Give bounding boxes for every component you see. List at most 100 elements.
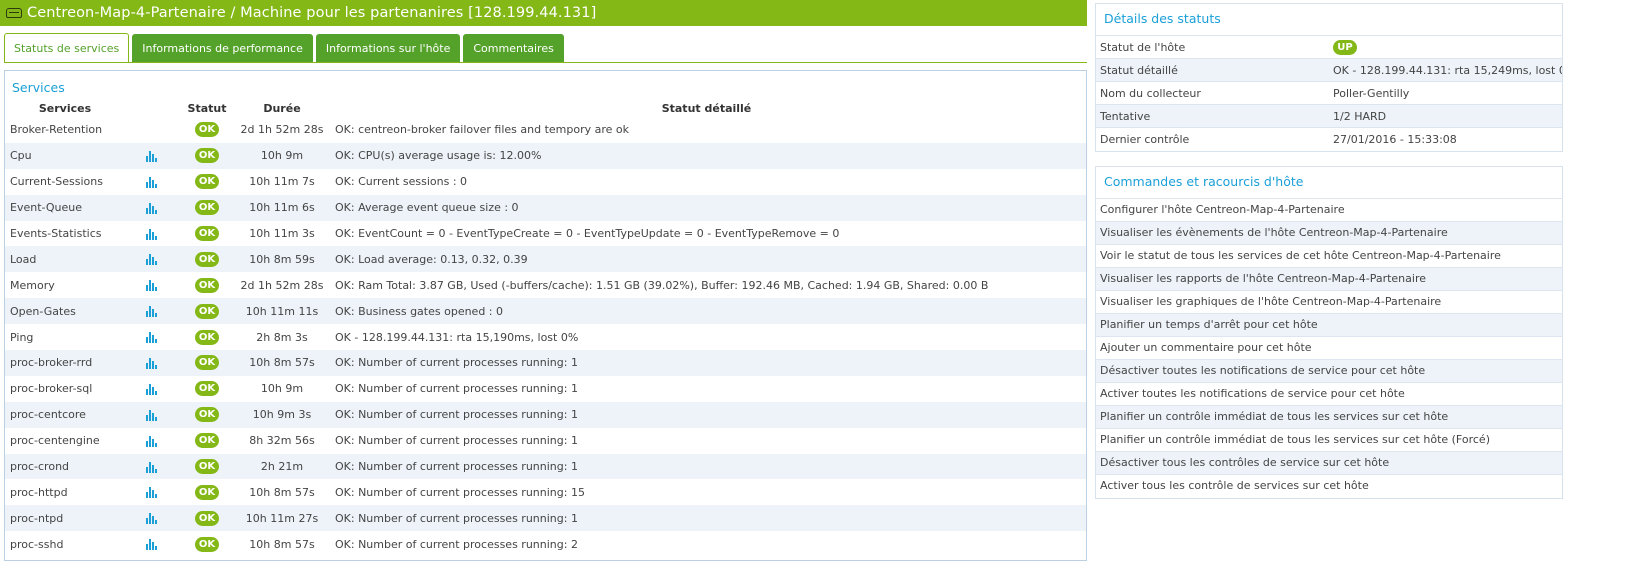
status-detail-label: Statut de l'hôte (1096, 35, 1329, 59)
status-cell: OK (177, 117, 237, 143)
host-command-link[interactable]: Voir le statut de tous les services de c… (1096, 244, 1562, 267)
graph-icon[interactable] (145, 357, 157, 369)
host-command-link[interactable]: Planifier un contrôle immédiat de tous l… (1096, 405, 1562, 428)
status-badge: OK (195, 226, 219, 241)
host-command-link[interactable]: Désactiver tous les contrôles de service… (1096, 451, 1562, 474)
service-detail: OK: Number of current processes running:… (335, 537, 578, 551)
host-command-link[interactable]: Ajouter un commentaire pour cet hôte (1096, 336, 1562, 359)
host-command-link[interactable]: Visualiser les graphiques de l'hôte Cent… (1096, 290, 1562, 313)
service-detail: OK: EventCount = 0 - EventTypeCreate = 0… (335, 227, 840, 240)
graph-icon[interactable] (145, 176, 157, 188)
service-name[interactable]: Ping (5, 324, 125, 350)
graph-icon[interactable] (145, 409, 157, 421)
graph-icon[interactable] (145, 280, 157, 292)
tab-host-info[interactable]: Informations sur l'hôte (315, 34, 461, 63)
graph-cell (125, 142, 177, 169)
graph-icon[interactable] (145, 306, 157, 318)
status-cell: OK (177, 221, 237, 247)
service-name[interactable]: Events-Statistics (5, 221, 125, 247)
graph-cell (125, 221, 177, 247)
status-details-panel: Détails des statuts Statut de l'hôte UP St… (1095, 3, 1563, 152)
status-badge: OK (195, 277, 219, 293)
status-badge: OK (195, 122, 219, 138)
tab-performance-info[interactable]: Informations de performance (132, 34, 313, 63)
status-badge: OK (195, 510, 219, 526)
service-duration: 10h 8m 57s (249, 537, 315, 551)
status-detail-label: Statut détaillé (1096, 58, 1329, 82)
status-badge: OK (195, 407, 219, 423)
service-name[interactable]: Event-Queue (5, 194, 125, 221)
host-commands-panel: Commandes et racourcis d'hôte Configurer… (1095, 166, 1563, 499)
graph-cell (125, 194, 177, 221)
graph-icon[interactable] (145, 332, 157, 344)
column-header-graph (125, 99, 177, 117)
service-duration: 8h 32m 56s (249, 434, 315, 448)
status-cell: OK (177, 531, 237, 557)
service-name[interactable]: proc-sshd (5, 531, 125, 557)
service-name[interactable]: Cpu (5, 142, 125, 169)
service-detail: OK: centreon-broker failover files and t… (335, 123, 629, 137)
host-command-link[interactable]: Planifier un contrôle immédiat de tous l… (1096, 428, 1562, 451)
status-details-table: Statut de l'hôte UP Statut détaillé OK - 12… (1096, 35, 1562, 151)
graph-icon[interactable] (145, 202, 157, 214)
status-detail-value: OK - 128.199.44.131: rta 15,249ms, lost … (1329, 58, 1562, 82)
status-badge: OK (195, 251, 219, 267)
service-name[interactable]: proc-broker-sql (5, 376, 125, 402)
graph-icon[interactable] (145, 150, 157, 162)
service-detail: OK: Load average: 0.13, 0.32, 0.39 (327, 246, 1086, 273)
service-duration: 10h 8m 59s (237, 246, 327, 273)
host-command-link[interactable]: Planifier un temps d'arrêt pour cet hôte (1096, 313, 1562, 336)
service-name[interactable]: Memory (5, 272, 125, 298)
graph-icon[interactable] (145, 461, 157, 473)
status-cell: OK (177, 272, 237, 298)
status-detail-row: Statut de l'hôte UP (1096, 35, 1562, 59)
graph-icon[interactable] (145, 539, 157, 551)
service-detail: OK: Number of current processes running:… (335, 434, 578, 448)
service-duration: 10h 9m (237, 142, 327, 169)
status-badge: OK (195, 459, 219, 475)
graph-icon[interactable] (145, 487, 157, 499)
service-name[interactable]: proc-ntpd (5, 505, 125, 532)
service-name[interactable]: Open-Gates (5, 298, 125, 325)
status-cell: OK (177, 428, 237, 454)
tab-service-status[interactable]: Statuts de services (4, 33, 130, 63)
graph-cell (125, 428, 177, 454)
service-name[interactable]: Current-Sessions (5, 169, 125, 195)
host-command-link[interactable]: Visualiser les évènements de l'hôte Cent… (1096, 221, 1562, 244)
status-cell: OK (177, 142, 237, 169)
service-row: Current-Sessions OK 10h 11m 7s OK: Current … (5, 169, 1086, 195)
service-row: Ping OK 2h 8m 3s OK - 128.199.44.131: rta 1… (5, 324, 1086, 350)
service-detail: OK: Number of current processes running:… (327, 453, 1086, 480)
service-row: Event-Queue OK 10h 11m 6s OK: Average event… (5, 194, 1086, 221)
host-command-link[interactable]: Configurer l'hôte Centreon-Map-4-Partena… (1096, 198, 1562, 221)
graph-icon[interactable] (145, 254, 157, 266)
service-name[interactable]: proc-crond (5, 453, 125, 480)
graph-cell (125, 505, 177, 532)
service-name[interactable]: proc-centengine (5, 428, 125, 454)
graph-icon[interactable] (145, 228, 157, 240)
graph-icon[interactable] (145, 383, 157, 395)
service-detail: OK: Number of current processes running:… (327, 505, 1086, 532)
host-command-link[interactable]: Activer tous les contrôle de services su… (1096, 474, 1562, 497)
host-command-link[interactable]: Activer toutes les notifications de serv… (1096, 382, 1562, 405)
graph-icon[interactable] (145, 513, 157, 525)
service-name[interactable]: proc-httpd (5, 479, 125, 505)
service-name[interactable]: Load (5, 246, 125, 273)
service-name[interactable]: Broker-Retention (5, 117, 125, 143)
status-detail-row: Tentative 1/2 HARD (1096, 104, 1562, 128)
status-detail-row: Nom du collecteur Poller-Gentilly (1096, 81, 1562, 105)
service-name[interactable]: proc-broker-rrd (5, 350, 125, 376)
host-command-link[interactable]: Visualiser les rapports de l'hôte Centre… (1096, 267, 1562, 290)
tab-comments[interactable]: Commentaires (463, 34, 564, 63)
services-table: Services Statut Durée Statut détaillé Br… (5, 99, 1086, 557)
host-command-link[interactable]: Désactiver toutes les notifications de s… (1096, 359, 1562, 382)
graph-icon[interactable] (145, 435, 157, 447)
service-row: proc-crond OK 2h 21m OK: Number of current … (5, 453, 1086, 480)
status-badge: OK (195, 329, 219, 345)
status-cell: OK (177, 324, 237, 350)
services-panel-title: Services (12, 80, 65, 95)
status-badge: OK (195, 200, 219, 216)
service-detail: OK: Ram Total: 3.87 GB, Used (-buffers/c… (335, 278, 989, 292)
service-row: Memory OK 2d 1h 52m 28s OK: Ram Total: 3.87… (5, 272, 1086, 298)
service-name[interactable]: proc-centcore (5, 401, 125, 428)
